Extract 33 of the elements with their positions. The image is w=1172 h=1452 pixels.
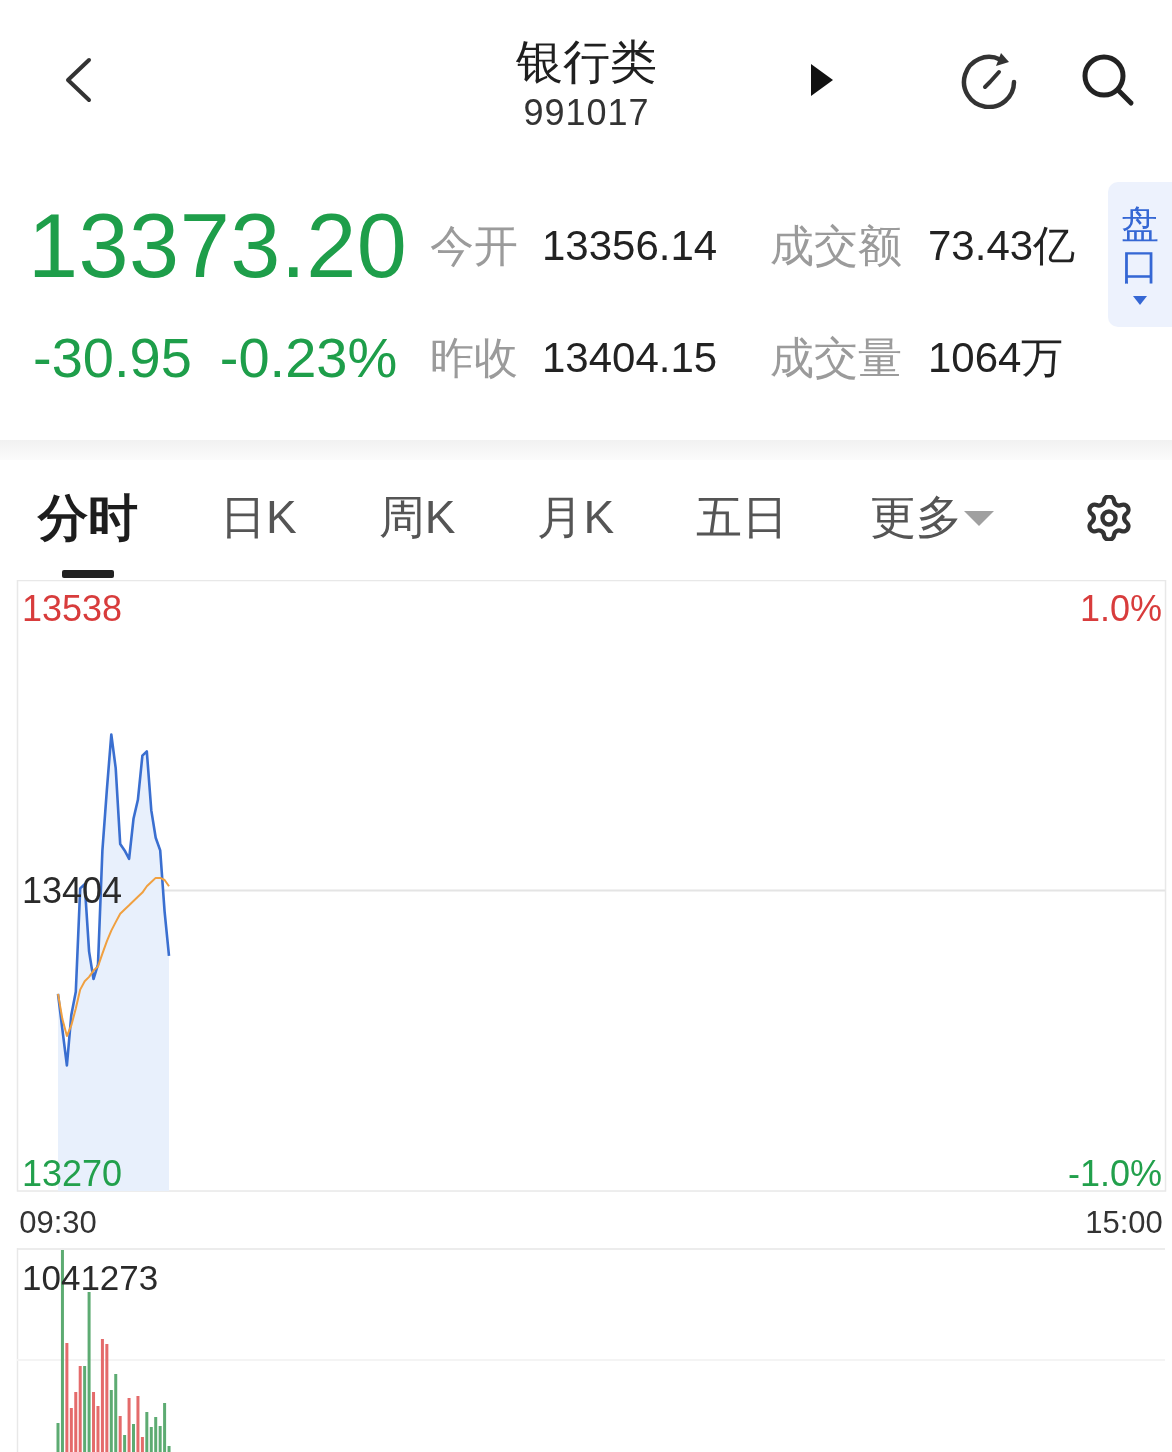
stock-code: 991017 (523, 91, 650, 135)
chart-tab[interactable]: 更多 (870, 470, 995, 580)
stat-value: 73.43亿 (928, 222, 1077, 270)
side-tab[interactable]: 盘口 (1108, 182, 1172, 327)
price-axis-label: 13538 (22, 587, 123, 629)
stat-label: 今开 (430, 221, 519, 271)
chart-tab[interactable]: 日K (220, 470, 297, 580)
stat-value: 13356.14 (542, 222, 719, 270)
price-axis-label: 13270 (22, 1152, 123, 1194)
time-axis-label: 09:30 (19, 1205, 97, 1240)
page-title: 银行类 (516, 34, 657, 90)
chart-tab[interactable]: 分时 (38, 470, 138, 580)
refresh-icon[interactable] (959, 51, 1019, 109)
stat-label: 成交额 (770, 221, 903, 271)
caret-down-icon (1133, 295, 1147, 305)
stat-value: 1064万 (928, 334, 1065, 382)
time-axis-label: 15:00 (1085, 1205, 1163, 1240)
chart-tab[interactable]: 周K (378, 470, 456, 580)
play-icon[interactable] (811, 64, 833, 96)
chart-tab[interactable]: 五日 (696, 470, 789, 580)
chart-tab[interactable]: 月K (537, 470, 615, 580)
stat-value: 13404.15 (542, 334, 719, 382)
price-change: -30.95 (33, 330, 192, 386)
back-icon[interactable] (64, 57, 92, 103)
settings-icon[interactable] (1086, 495, 1132, 541)
stat-label: 成交量 (770, 333, 903, 383)
stat-label: 昨收 (430, 333, 519, 383)
current-price: 13373.20 (28, 201, 409, 291)
change-percent: -0.23% (219, 330, 398, 386)
percent-axis-label: -1.0% (1067, 1152, 1162, 1194)
caret-down-icon (964, 510, 995, 526)
search-icon[interactable] (1081, 53, 1135, 107)
percent-axis-label: 1.0% (1079, 587, 1162, 629)
